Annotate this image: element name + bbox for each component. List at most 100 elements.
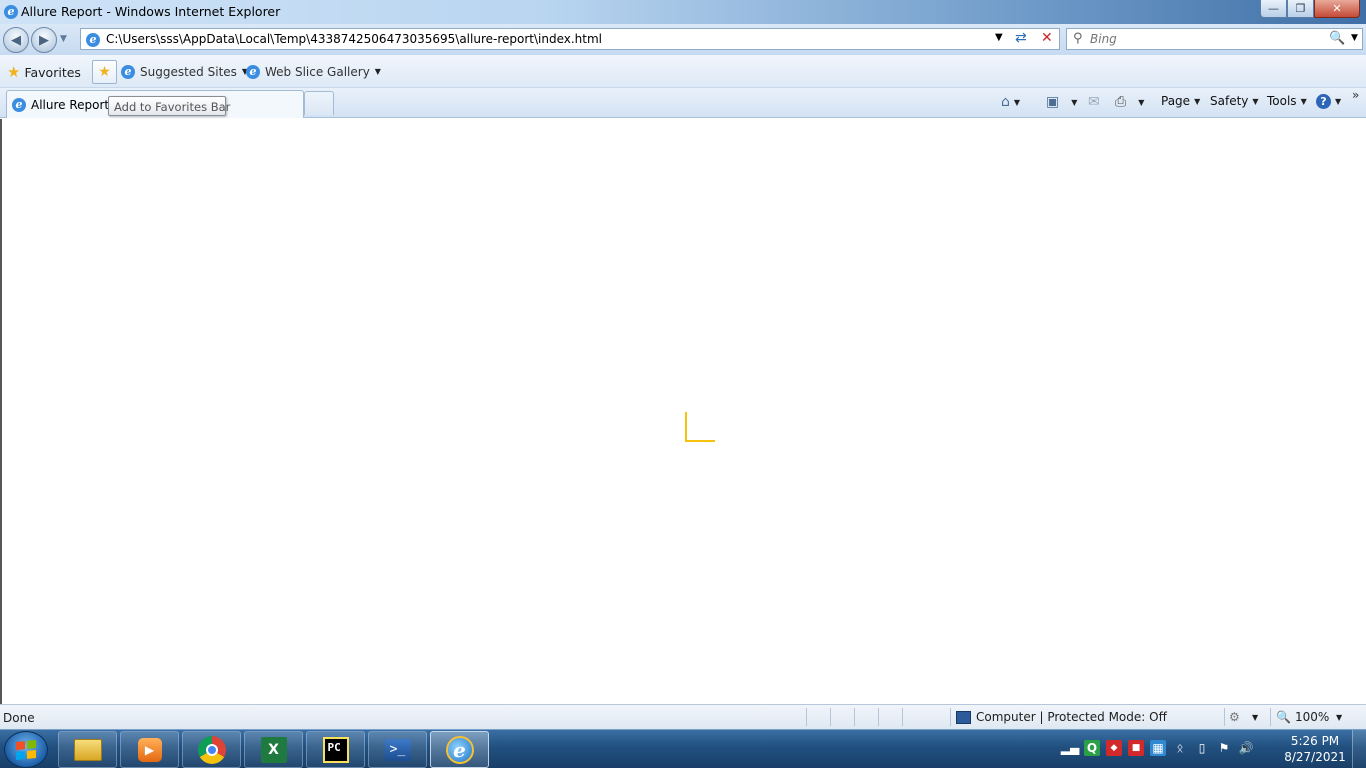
start-button[interactable] <box>4 731 48 768</box>
windows-logo-icon <box>16 739 36 760</box>
page-icon: e <box>86 32 100 47</box>
signal-strength-icon[interactable]: ▂▄ <box>1061 740 1079 756</box>
taskbar-media-player[interactable]: ▶ <box>120 731 179 768</box>
taskbar-powershell[interactable]: >_ <box>368 731 427 768</box>
popup-protection-icon[interactable]: ⚙ <box>1229 710 1240 724</box>
window-title: Allure Report - Windows Internet Explore… <box>21 4 281 19</box>
address-bar[interactable]: e C:\Users\sss\AppData\Local\Temp\433874… <box>80 28 1060 50</box>
recent-pages-dropdown[interactable]: ▼ <box>60 34 67 44</box>
chevron-down-icon: ▼ <box>374 67 381 76</box>
window-controls: — ❐ ✕ <box>1260 0 1360 18</box>
star-icon: ★ <box>7 63 21 81</box>
status-separator <box>1270 708 1271 726</box>
status-separator <box>854 708 855 726</box>
read-mail-button[interactable]: ✉ <box>1088 94 1100 110</box>
safety-menu-label: Safety <box>1210 94 1249 108</box>
forward-button[interactable]: ▶ <box>31 27 57 53</box>
q-app-icon[interactable]: Q <box>1084 740 1100 756</box>
chrome-icon <box>197 735 226 764</box>
computer-icon <box>956 710 971 724</box>
address-url[interactable]: C:\Users\sss\AppData\Local\Temp\43387425… <box>106 32 602 46</box>
taskbar-chrome[interactable] <box>182 731 241 768</box>
chevron-down-icon: ▼ <box>1335 97 1342 106</box>
status-separator <box>806 708 807 726</box>
status-text: Done <box>3 711 35 725</box>
minimize-button[interactable]: — <box>1260 0 1287 18</box>
page-menu-label: Page <box>1161 94 1191 108</box>
chevron-down-icon: ▼ <box>1194 96 1201 106</box>
antivirus-icon[interactable]: ◆ <box>1106 740 1122 756</box>
status-separator <box>878 708 879 726</box>
zone-label: Computer | Protected Mode: Off <box>976 710 1167 724</box>
status-separator <box>902 708 903 726</box>
safety-menu[interactable]: Safety ▼ <box>1210 94 1259 108</box>
mail-icon: ✉ <box>1088 94 1100 110</box>
chevron-down-icon[interactable]: ▼ <box>1252 713 1258 722</box>
close-icon: ✕ <box>1332 2 1342 15</box>
address-dropdown-icon[interactable]: ▼ <box>995 32 1003 43</box>
back-button[interactable]: ◀ <box>3 27 29 53</box>
status-bar: Done Computer | Protected Mode: Off ⚙ ▼ … <box>0 704 1366 729</box>
arrow-right-icon: ▶ <box>39 32 49 48</box>
arrow-left-icon: ◀ <box>11 32 21 48</box>
usb-device-icon[interactable]: ▯ <box>1194 740 1210 756</box>
zoom-icon: 🔍 <box>1276 710 1291 724</box>
ie-page-icon: e <box>246 64 260 79</box>
search-icon[interactable]: 🔍 <box>1329 31 1345 46</box>
chevron-down-icon: ▼ <box>1071 97 1078 107</box>
security-zone[interactable]: Computer | Protected Mode: Off <box>956 710 1167 724</box>
status-separator <box>830 708 831 726</box>
ie-page-icon: e <box>121 64 135 79</box>
home-icon: ⌂ <box>1001 94 1010 110</box>
screen-capture-icon[interactable]: ■ <box>1128 740 1144 756</box>
clock[interactable]: 5:26 PM 8/27/2021 <box>1284 733 1346 765</box>
chevron-down-icon: ▼ <box>1138 97 1145 107</box>
search-box[interactable]: ⚲ 🔍 ▼ <box>1066 28 1363 50</box>
network-share-icon[interactable]: ▦ <box>1150 740 1166 756</box>
clock-date: 8/27/2021 <box>1284 750 1346 764</box>
page-menu[interactable]: Page ▼ <box>1161 94 1200 108</box>
minimize-icon: — <box>1268 2 1279 15</box>
page-content <box>0 119 1366 704</box>
restore-button[interactable]: ❐ <box>1287 0 1314 18</box>
volume-icon[interactable]: 🔊 <box>1238 740 1254 756</box>
print-button[interactable]: ⎙ ▼ <box>1115 94 1144 110</box>
new-tab-button[interactable] <box>304 91 334 115</box>
search-provider-icon: ⚲ <box>1073 31 1083 46</box>
suggested-sites-link[interactable]: e Suggested Sites ▼ <box>121 64 248 79</box>
add-to-favorites-bar-button[interactable]: ★ <box>92 60 117 84</box>
printer-icon: ⎙ <box>1115 94 1127 110</box>
ie-page-icon: e <box>12 97 26 112</box>
favorites-bar: ★ Favorites ★ e Suggested Sites ▼ e Web … <box>0 55 1366 88</box>
zoom-dropdown-icon[interactable]: ▼ <box>1336 713 1342 722</box>
bluetooth-icon[interactable]: ᛟ <box>1172 740 1188 756</box>
clock-time: 5:26 PM <box>1290 734 1340 748</box>
search-input[interactable] <box>1090 31 1320 47</box>
taskbar-internet-explorer[interactable]: e <box>430 731 489 768</box>
restore-icon: ❐ <box>1295 2 1306 15</box>
suggested-sites-label: Suggested Sites <box>140 64 237 79</box>
favorites-label: Favorites <box>24 64 81 80</box>
add-favorite-star-icon: ★ <box>98 64 111 80</box>
zoom-control[interactable]: 🔍 100% <box>1276 710 1329 724</box>
tools-menu[interactable]: Tools ▼ <box>1267 94 1307 108</box>
web-slice-gallery-label: Web Slice Gallery <box>265 64 370 79</box>
ie-logo-icon: e <box>4 4 18 19</box>
chevron-down-icon: ▼ <box>1300 96 1307 106</box>
search-options-dropdown[interactable]: ▼ <box>1351 33 1358 43</box>
stop-icon[interactable]: ✕ <box>1041 30 1053 46</box>
help-menu[interactable]: ? ▼ <box>1316 94 1341 109</box>
feeds-button[interactable]: ▣ ▼ <box>1046 94 1077 110</box>
taskbar: ▶ X PC >_ e ▂▄ Q ◆ ■ ▦ ᛟ ▯ ⚑ 🔊 5:26 PM 8… <box>0 729 1366 768</box>
taskbar-pycharm[interactable]: PC <box>306 731 365 768</box>
taskbar-file-explorer[interactable] <box>58 731 117 768</box>
toolbar-overflow-chevron-icon[interactable]: » <box>1352 88 1359 102</box>
favorites-button[interactable]: ★ Favorites <box>7 63 81 81</box>
home-button[interactable]: ⌂ ▼ <box>1001 94 1020 110</box>
show-desktop-button[interactable] <box>1352 730 1366 768</box>
network-disconnected-icon[interactable]: ⚑ <box>1216 740 1232 756</box>
close-button[interactable]: ✕ <box>1314 0 1360 18</box>
taskbar-excel[interactable]: X <box>244 731 303 768</box>
refresh-icon[interactable]: ⇄ <box>1015 30 1027 46</box>
web-slice-gallery-link[interactable]: e Web Slice Gallery ▼ <box>246 64 381 79</box>
